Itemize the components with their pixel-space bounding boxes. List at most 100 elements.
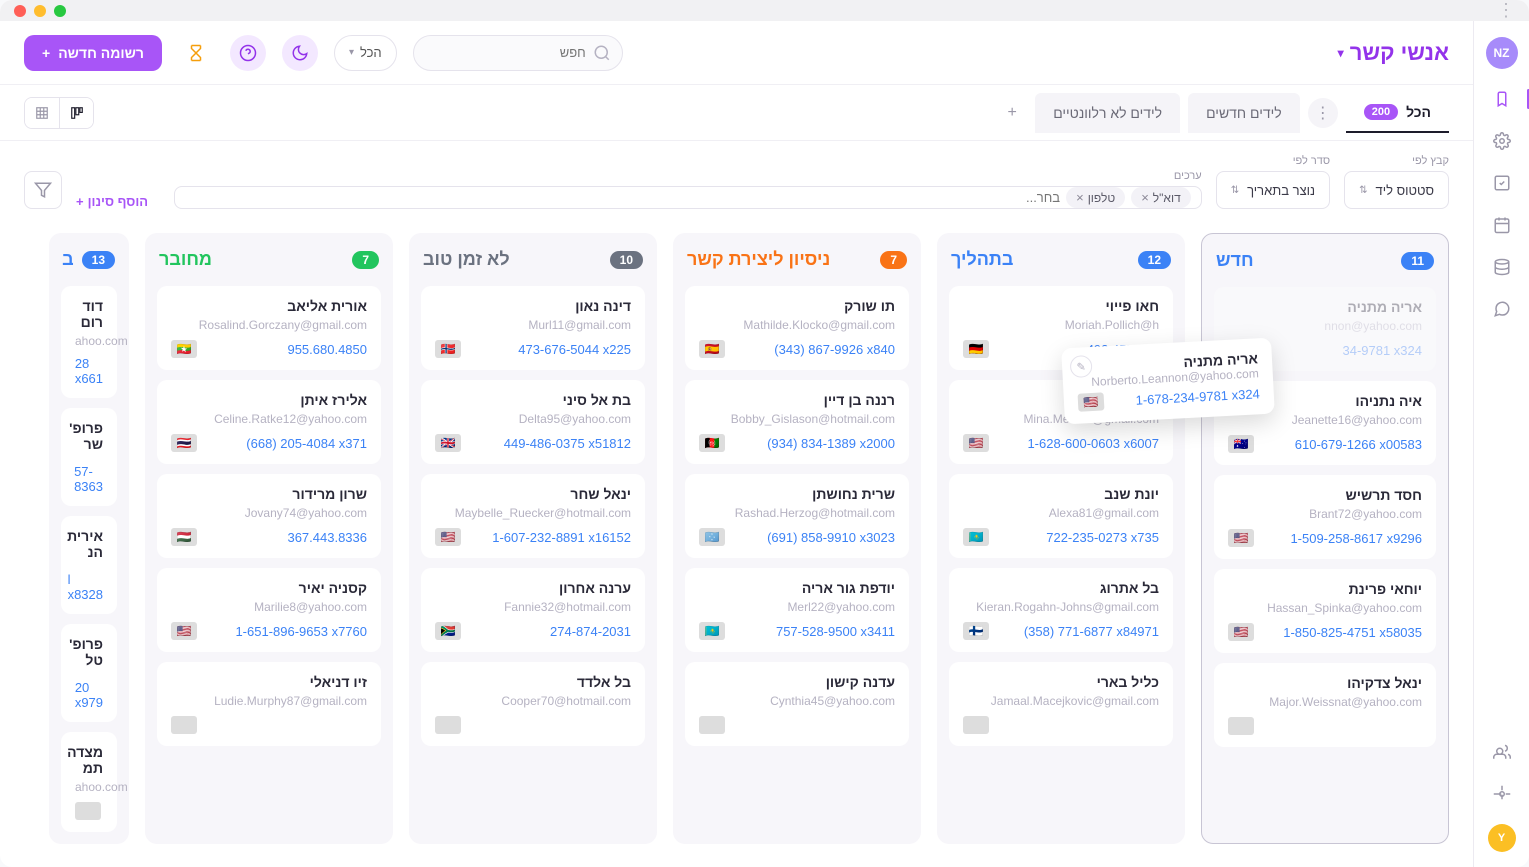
contact-card[interactable]: יוחאי פרינתHassan_Spinka@yahoo.com1-850-… <box>1214 569 1436 653</box>
card-phone[interactable]: 1-628-600-0603 x6007 <box>1027 436 1159 451</box>
values-select[interactable]: דוא"ל× טלפון× <box>174 186 1202 209</box>
contact-card[interactable]: פרופ' טל20 x979 <box>61 624 117 722</box>
contact-card[interactable]: יונת שנבAlexa81@gmail.com722-235-0273 x7… <box>949 474 1173 558</box>
contact-card[interactable]: דינה נאוןMurl11@gmail.com473-676-5044 x2… <box>421 286 645 370</box>
contact-card[interactable]: בת אל סיניDelta95@yahoo.com449-486-0375 … <box>421 380 645 464</box>
chip-email[interactable]: דוא"ל× <box>1131 187 1191 208</box>
settings-icon[interactable] <box>1490 129 1514 153</box>
card-phone[interactable]: 367.443.8336 <box>287 530 367 545</box>
new-record-label: רשומה חדשה <box>58 45 144 61</box>
contact-card[interactable]: דוד רוםahoo.com28 x661 <box>61 286 117 398</box>
remove-chip-icon[interactable]: × <box>1076 190 1084 205</box>
tasks-icon[interactable] <box>1490 171 1514 195</box>
contact-card[interactable]: ערנה אחרוןFannie32@hotmail.com274-874-20… <box>421 568 645 652</box>
remove-chip-icon[interactable]: × <box>1141 190 1149 205</box>
card-phone[interactable]: 610-679-1266 x00583 <box>1295 437 1422 452</box>
hourglass-icon[interactable] <box>178 35 214 71</box>
card-phone[interactable]: (934) 834-1389 x2000 <box>767 436 895 451</box>
help-icon[interactable] <box>230 35 266 71</box>
contact-card[interactable]: אירית הנ l x8328 <box>61 516 117 614</box>
tab-all-label: הכל <box>1406 104 1431 120</box>
titlebar: ⋮ <box>0 0 1529 21</box>
maximize-window[interactable] <box>54 5 66 17</box>
card-phone[interactable]: (668) 205-4084 x371 <box>246 436 367 451</box>
card-phone[interactable]: 1-651-896-9653 x7760 <box>235 624 367 639</box>
column-count-badge: 13 <box>82 251 115 269</box>
card-phone[interactable]: 955.680.4850 <box>287 342 367 357</box>
card-phone[interactable]: 473-676-5044 x225 <box>518 342 631 357</box>
contact-card[interactable]: אורית אליאבRosalind.Gorczany@gmail.com95… <box>157 286 381 370</box>
card-phone[interactable]: (343) 867-9926 x840 <box>774 342 895 357</box>
values-input[interactable] <box>185 190 1060 205</box>
filter-icon-button[interactable] <box>24 171 62 209</box>
contact-card[interactable]: מצדה תמahoo.com <box>61 732 117 832</box>
new-record-button[interactable]: רשומה חדשה + <box>24 35 162 71</box>
contact-card[interactable]: ינאל צדקיהוMajor.Weissnat@yahoo.com <box>1214 663 1436 747</box>
titlebar-menu[interactable]: ⋮ <box>1497 0 1515 21</box>
workspace-avatar[interactable]: NZ <box>1486 37 1518 69</box>
nav-contacts-icon[interactable] <box>1490 87 1514 111</box>
contact-card[interactable]: עדנה קישוןCynthia45@yahoo.com <box>685 662 909 746</box>
contact-card[interactable]: יודפת גור אריהMerl22@yahoo.com757-528-95… <box>685 568 909 652</box>
card-phone[interactable]: 274-874-2031 <box>550 624 631 639</box>
card-phone[interactable]: 1-850-825-4751 x58035 <box>1283 625 1422 640</box>
card-phone[interactable]: (691) 858-9910 x3023 <box>767 530 895 545</box>
tab-irrelevant-leads[interactable]: לידים לא רלוונטיים <box>1035 93 1180 133</box>
kanban-view-button[interactable] <box>59 98 93 128</box>
card-phone[interactable]: l x8328 <box>68 572 103 602</box>
tab-all[interactable]: הכל 200 <box>1346 93 1449 133</box>
users-icon[interactable] <box>1490 740 1514 764</box>
card-phone[interactable]: 722-235-0273 x735 <box>1046 530 1159 545</box>
contact-card[interactable]: קסניה יאירMarilie8@yahoo.com1-651-896-96… <box>157 568 381 652</box>
search-input[interactable] <box>413 35 623 71</box>
settings-bottom-icon[interactable] <box>1490 782 1514 806</box>
card-phone[interactable]: 1-509-258-8617 x9296 <box>1290 531 1422 546</box>
contact-card[interactable]: בל אתרוגKieran.Rogahn-Johns@gmail.com(35… <box>949 568 1173 652</box>
page-title[interactable]: אנשי קשר ▾ <box>1338 40 1449 66</box>
calendar-icon[interactable] <box>1490 213 1514 237</box>
filter-all-dropdown[interactable]: הכל ▾ <box>334 35 397 71</box>
contact-card[interactable]: ינאל שחרMaybelle_Ruecker@hotmail.com1-60… <box>421 474 645 558</box>
contact-card[interactable]: חסד תרשישBrant72@yahoo.com1-509-258-8617… <box>1214 475 1436 559</box>
card-phone[interactable]: 449-486-0375 x51812 <box>504 436 631 451</box>
card-name: אירית הנ <box>75 528 103 560</box>
add-tab-button[interactable]: + <box>997 98 1027 128</box>
chip-phone[interactable]: טלפון× <box>1066 187 1125 208</box>
flag-icon: 🇭🇺 <box>171 528 197 546</box>
add-filter-button[interactable]: הוסף סינון + <box>76 194 148 209</box>
moon-icon[interactable] <box>282 35 318 71</box>
contact-card[interactable]: אלירז איתןCeline.Ratke12@yahoo.com(668) … <box>157 380 381 464</box>
values-label: ערכים <box>174 170 1202 182</box>
group-by-select[interactable]: סטטוס ליד ⇅ <box>1344 171 1449 209</box>
contact-card[interactable]: תו שורקMathilde.Klocko@gmail.com(343) 86… <box>685 286 909 370</box>
card-phone[interactable]: 28 x661 <box>75 356 103 386</box>
whatsapp-icon[interactable] <box>1490 297 1514 321</box>
user-avatar[interactable]: Y <box>1488 824 1516 852</box>
sort-by-select[interactable]: נוצר בתאריך ⇅ <box>1216 171 1330 209</box>
card-phone[interactable]: 757-528-9500 x3411 <box>776 624 895 639</box>
contact-card[interactable]: פרופ' שר57-8363 <box>61 408 117 506</box>
card-phone[interactable]: 1-607-232-8891 x16152 <box>492 530 631 545</box>
card-phone[interactable]: (358) 771-6877 x84971 <box>1024 624 1159 639</box>
database-icon[interactable] <box>1490 255 1514 279</box>
contact-card[interactable]: זיו דניאליLudie.Murphy87@gmail.com <box>157 662 381 746</box>
dragging-card[interactable]: ✎ אריה מתניה Norberto.Leannon@yahoo.com … <box>1061 338 1275 425</box>
contact-card[interactable]: כליל באריJamaal.Macejkovic@gmail.com <box>949 662 1173 746</box>
card-phone[interactable]: 34-9781 x324 <box>1342 343 1422 358</box>
kanban-column: 13בדוד רוםahoo.com28 x661פרופ' שר57-8363… <box>49 233 129 844</box>
card-phone[interactable]: 20 x979 <box>75 680 103 710</box>
flag-icon <box>963 716 989 734</box>
card-email: Mathilde.Klocko@gmail.com <box>699 318 895 332</box>
column-count-badge: 7 <box>352 251 379 269</box>
table-view-button[interactable] <box>25 98 59 128</box>
card-name: עדנה קישון <box>699 674 895 690</box>
close-window[interactable] <box>14 5 26 17</box>
contact-card[interactable]: רננה בן דייןBobby_Gislason@hotmail.com(9… <box>685 380 909 464</box>
minimize-window[interactable] <box>34 5 46 17</box>
contact-card[interactable]: שרון מרידורJovany74@yahoo.com367.443.833… <box>157 474 381 558</box>
tab-menu-button[interactable]: ⋮ <box>1308 98 1338 128</box>
contact-card[interactable]: בל אלדדCooper70@hotmail.com <box>421 662 645 746</box>
tab-new-leads[interactable]: לידים חדשים <box>1188 93 1300 133</box>
card-phone[interactable]: 57-8363 <box>74 464 103 494</box>
contact-card[interactable]: שרית נחושתןRashad.Herzog@hotmail.com(691… <box>685 474 909 558</box>
